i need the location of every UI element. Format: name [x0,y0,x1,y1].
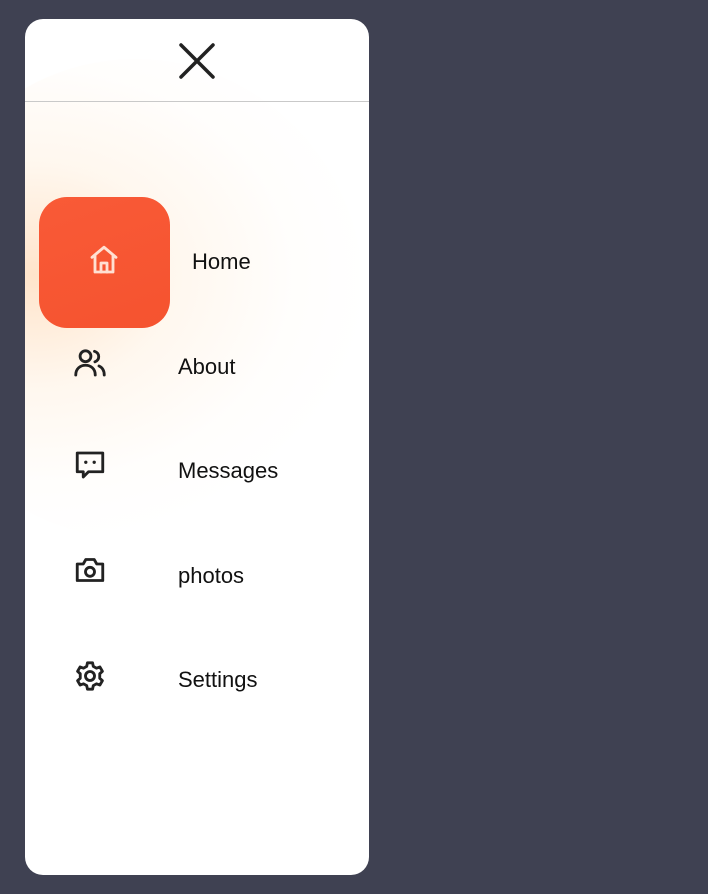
sidebar-item-photos[interactable]: photos [25,546,369,606]
sidebar-item-label: About [178,354,236,379]
sidebar-item-label: Messages [178,458,279,483]
close-icon [179,43,215,79]
sidebar-item-label: Home [192,249,251,274]
sidebar-item-home[interactable]: Home [25,232,369,292]
message-icon [72,447,108,483]
nav-drawer: Home About Messages photos Settings [25,19,369,875]
sidebar-item-label: Settings [178,667,258,692]
users-icon [72,345,108,381]
sidebar-item-settings[interactable]: Settings [25,650,369,710]
camera-icon [72,552,108,588]
drawer-header [25,19,369,102]
sidebar-item-label: photos [178,563,245,588]
close-button[interactable] [177,41,217,81]
gear-icon [72,658,108,694]
sidebar-item-messages[interactable]: Messages [25,441,369,501]
sidebar-item-about[interactable]: About [25,337,369,397]
